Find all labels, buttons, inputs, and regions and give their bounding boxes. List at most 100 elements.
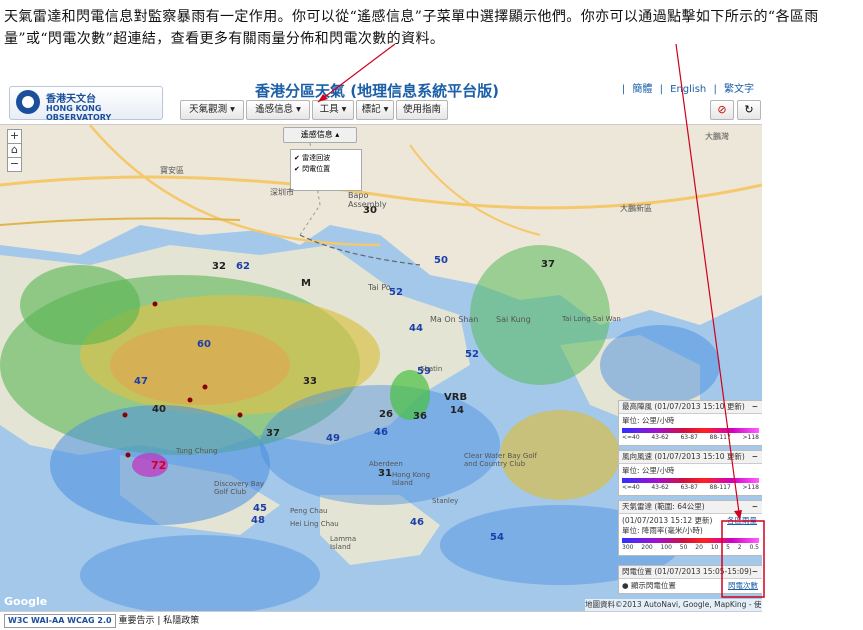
option-label: 雷達回波 xyxy=(302,154,331,162)
place-label: Tai Po xyxy=(368,283,391,292)
option-lightning[interactable]: ✔ 閃電位置 xyxy=(294,164,358,175)
scale-tick: 5 xyxy=(726,544,730,551)
place-label: Lamma Island xyxy=(330,535,357,551)
scale-tick: 200 xyxy=(641,544,653,551)
station-value[interactable]: 50 xyxy=(434,255,448,266)
station-value[interactable]: 54 xyxy=(490,532,504,543)
station-value[interactable]: 45 xyxy=(253,503,267,514)
panel-title: 天氣雷達 (範圍: 64公里) xyxy=(622,502,705,511)
legend-scale: <=40 43-62 63-87 88-117 >118 xyxy=(622,483,759,493)
menu-label: 標記 xyxy=(361,104,381,115)
separator: | xyxy=(621,84,626,95)
station-value[interactable]: 46 xyxy=(410,517,424,528)
station-value[interactable]: 62 xyxy=(236,261,250,272)
zoom-in-button[interactable]: + xyxy=(7,129,22,144)
lightning-count-link[interactable]: 閃電次數 xyxy=(728,581,758,591)
legend-scale: 300 200 100 50 20 10 5 2 0.5 xyxy=(622,543,759,553)
panel-header[interactable]: 最高陣風 (01/07/2013 15:10 更新) − xyxy=(619,401,762,414)
station-value[interactable]: 46 xyxy=(374,427,388,438)
scale-tick: 100 xyxy=(660,544,672,551)
panel-header[interactable]: 風向風速 (01/07/2013 15:10 更新) − xyxy=(619,451,762,464)
scale-tick: 88-117 xyxy=(709,434,731,441)
station-value[interactable]: 60 xyxy=(197,339,211,350)
scale-tick: 2 xyxy=(737,544,742,551)
scale-tick: 43-62 xyxy=(651,434,669,441)
menu-label: 使用指南 xyxy=(402,104,441,115)
panel-wind: 風向風速 (01/07/2013 15:10 更新) − 單位: 公里/小時 <=… xyxy=(618,450,762,496)
menu-label: 工具 xyxy=(319,104,339,115)
station-value[interactable]: 36 xyxy=(413,411,427,422)
scale-tick: <=40 xyxy=(622,434,640,441)
scale-tick: 300 xyxy=(622,544,634,551)
w3c-badge[interactable]: W3C WAI-AA WCAG 2.0 xyxy=(4,613,116,628)
lightning-dot-icon: ● xyxy=(622,581,629,590)
panel-radar: 天氣雷達 (範圍: 64公里) − (01/07/2013 15:12 更新) 單… xyxy=(618,500,762,556)
place-label: Tung Chung xyxy=(176,447,218,455)
lightning-check-label[interactable]: 顯示閃電位置 xyxy=(631,581,676,590)
separator: | xyxy=(659,84,663,95)
option-radar[interactable]: ✔ 雷達回波 xyxy=(294,153,358,164)
panel-title: 閃電位置 (01/07/2013 15:05-15:09) xyxy=(622,567,752,576)
refresh-icon[interactable]: ↻ xyxy=(737,100,761,120)
panel-max-gust: 最高陣風 (01/07/2013 15:10 更新) − 單位: 公里/小時 <=… xyxy=(618,400,762,446)
station-value[interactable]: 14 xyxy=(450,405,464,416)
hko-logo-icon xyxy=(16,90,40,114)
separator: | xyxy=(713,84,717,95)
hko-logo[interactable]: 香港天文台 HONG KONG OBSERVATORY xyxy=(9,86,163,122)
zoom-out-button[interactable]: − xyxy=(7,157,22,172)
place-label: Sai Kung xyxy=(496,315,531,324)
menu-tools[interactable]: 工具 ▾ xyxy=(312,100,354,120)
station-value[interactable]: 32 xyxy=(212,261,226,272)
menu-weather-obs[interactable]: 天氣觀測 ▾ xyxy=(180,100,244,120)
place-label: 深圳市 xyxy=(270,188,294,197)
minimize-icon[interactable]: − xyxy=(752,451,758,463)
link-text-only[interactable]: 繁文字 xyxy=(722,84,756,95)
home-icon[interactable]: ⌂ xyxy=(7,143,22,158)
map-view[interactable]: + ⌂ − 遙感信息 ▴ ✔ 雷達回波 ✔ 閃電位置 32 62 30 50 3… xyxy=(0,125,762,611)
menu-markers[interactable]: 標記 ▾ xyxy=(356,100,394,120)
minimize-icon[interactable]: − xyxy=(752,501,758,513)
scale-tick: 43-62 xyxy=(651,484,669,491)
panel-title: 風向風速 (01/07/2013 15:10 更新) xyxy=(622,452,745,461)
minimize-icon[interactable]: − xyxy=(752,566,758,578)
menu-remote-sensing[interactable]: 遙感信息 ▾ xyxy=(246,100,310,120)
district-rainfall-link[interactable]: 各區雨量 xyxy=(727,516,757,526)
station-value[interactable]: 26 xyxy=(379,409,393,420)
panel-lightning: 閃電位置 (01/07/2013 15:05-15:09) − ● 顯示閃電位置 閃… xyxy=(618,565,762,594)
link-simplified[interactable]: 簡體 xyxy=(630,84,654,95)
station-value[interactable]: 47 xyxy=(134,376,148,387)
station-value[interactable]: 72 xyxy=(151,459,166,472)
panel-title: 最高陣風 (01/07/2013 15:10 更新) xyxy=(622,402,745,411)
menu-user-guide[interactable]: 使用指南 xyxy=(396,100,448,120)
station-value[interactable]: 31 xyxy=(378,468,392,479)
place-label: Peng Chau xyxy=(290,507,328,515)
station-value[interactable]: VRB xyxy=(444,392,467,403)
station-value[interactable]: 52 xyxy=(389,287,403,298)
station-value[interactable]: 44 xyxy=(409,323,423,334)
scale-tick: 10 xyxy=(710,544,719,551)
scale-tick: 63-87 xyxy=(680,434,698,441)
station-value[interactable]: 52 xyxy=(465,349,479,360)
station-value[interactable]: 37 xyxy=(541,259,555,270)
remote-sensing-dropdown[interactable]: 遙感信息 ▴ xyxy=(283,127,357,143)
google-logo: Google xyxy=(4,595,48,608)
scale-tick: 63-87 xyxy=(680,484,698,491)
panel-header[interactable]: 閃電位置 (01/07/2013 15:05-15:09) − xyxy=(619,566,762,579)
minimize-icon[interactable]: − xyxy=(752,401,758,413)
station-value[interactable]: 33 xyxy=(303,376,317,387)
panel-unit: 單位: 公里/小時 xyxy=(622,416,675,425)
station-value[interactable]: 48 xyxy=(251,515,265,526)
scale-tick: >118 xyxy=(742,484,759,491)
station-value[interactable]: 49 xyxy=(326,433,340,444)
station-value[interactable]: M xyxy=(301,278,311,289)
clear-icon[interactable]: ⊘ xyxy=(710,100,734,120)
panel-header[interactable]: 天氣雷達 (範圍: 64公里) − xyxy=(619,501,762,514)
place-label: 大鵬灣 xyxy=(705,132,729,141)
station-value[interactable]: 40 xyxy=(152,404,166,415)
footer-links[interactable]: 重要告示 | 私隱政策 xyxy=(118,616,199,626)
link-english[interactable]: English xyxy=(668,84,708,95)
scale-tick: 0.5 xyxy=(749,544,759,551)
station-value[interactable]: 37 xyxy=(266,428,280,439)
map-copyright[interactable]: 地圖資料©2013 AutoNavi, Google, MapKing - 使用… xyxy=(585,599,762,611)
place-label: Ma On Shan xyxy=(430,315,479,324)
